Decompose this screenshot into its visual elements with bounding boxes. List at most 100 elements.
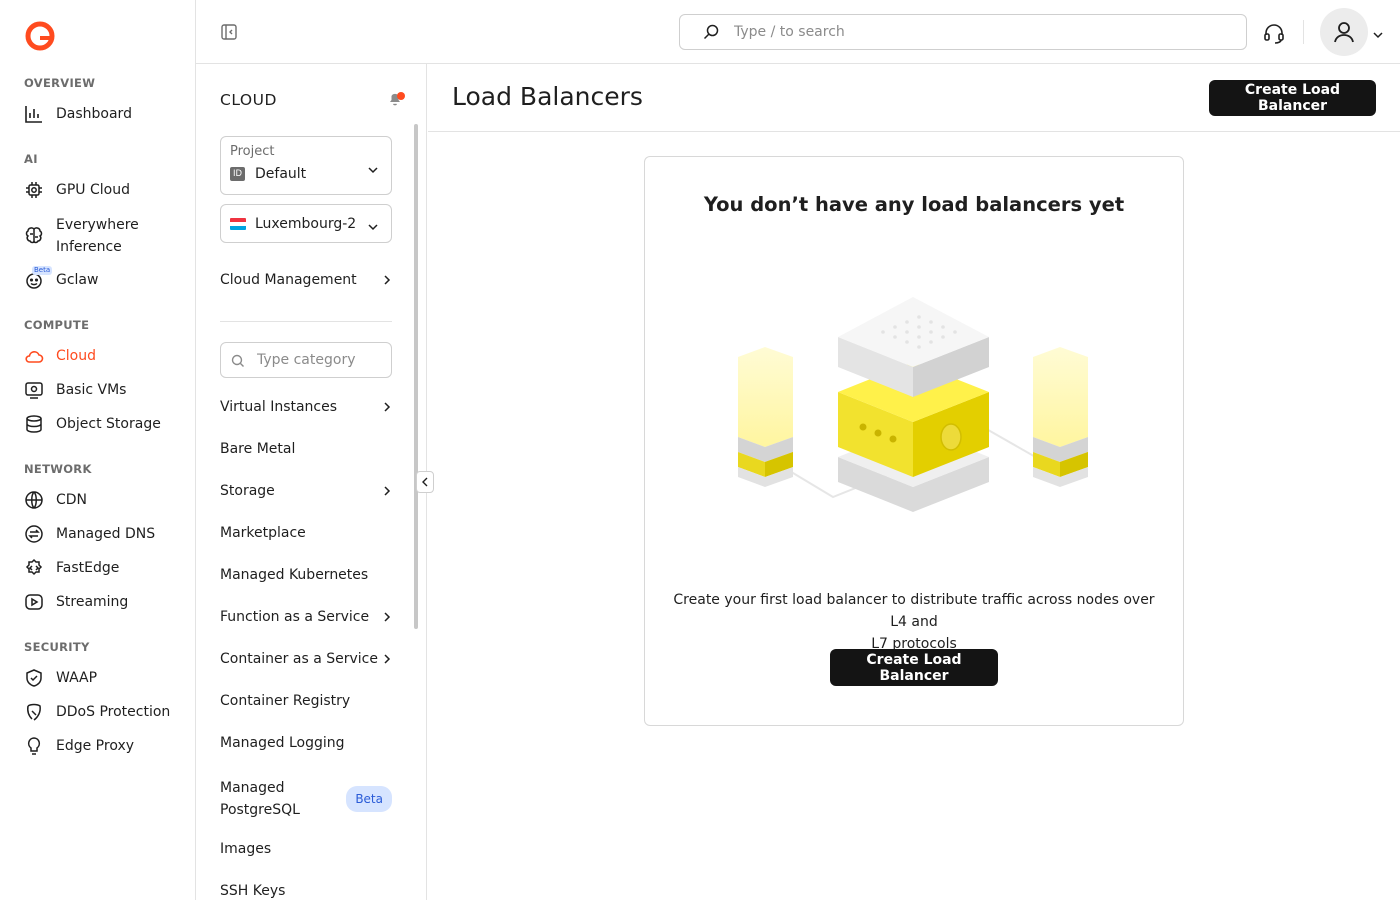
- cloud-sidebar-title: CLOUD: [220, 91, 277, 109]
- code-badge-icon: [24, 558, 44, 578]
- menu-function-as-a-service[interactable]: Function as a Service: [220, 609, 392, 625]
- nav-gpu-cloud[interactable]: GPU Cloud: [24, 180, 189, 200]
- menu-label: PostgreSQL: [220, 802, 300, 818]
- nav-waap-label: WAAP: [56, 670, 98, 686]
- nav-managed-dns-label: Managed DNS: [56, 526, 156, 542]
- shield-check-icon: [24, 668, 44, 688]
- sidebar-divider: [220, 321, 392, 322]
- section-compute: COMPUTE: [24, 318, 90, 332]
- menu-managed-logging[interactable]: Managed Logging: [220, 735, 392, 751]
- nav-basic-vms[interactable]: Basic VMs: [24, 380, 189, 400]
- nav-managed-dns[interactable]: Managed DNS: [24, 524, 189, 544]
- chevron-right-icon: [382, 401, 392, 413]
- nav-waap[interactable]: WAAP: [24, 668, 189, 688]
- nav-edge-proxy[interactable]: Edge Proxy: [24, 736, 189, 756]
- bell-icon[interactable]: [386, 88, 406, 108]
- category-search-input[interactable]: [257, 352, 377, 368]
- nav-ddos-label: DDoS Protection: [56, 704, 171, 720]
- category-search[interactable]: [220, 342, 392, 378]
- search-icon: [702, 23, 720, 41]
- menu-storage[interactable]: Storage: [220, 483, 392, 499]
- top-bar: [196, 0, 1400, 64]
- page-title: Load Balancers: [452, 82, 643, 111]
- page-header: Load Balancers Create Load Balancer: [428, 64, 1400, 132]
- monitor-icon: [24, 380, 44, 400]
- menu-managed-kubernetes[interactable]: Managed Kubernetes: [220, 567, 392, 583]
- chevron-down-icon: [367, 218, 379, 231]
- chevron-right-icon: [382, 274, 392, 286]
- menu-label: Container as a Service: [220, 651, 378, 667]
- collapse-sidebar-handle[interactable]: [416, 471, 434, 493]
- headset-icon[interactable]: [1262, 21, 1286, 45]
- project-label: Project: [230, 144, 275, 159]
- nav-cloud-label: Cloud: [56, 348, 96, 364]
- chip-icon: [24, 180, 44, 200]
- nav-ddos-protection[interactable]: DDoS Protection: [24, 702, 189, 722]
- nav-basic-vms-label: Basic VMs: [56, 382, 127, 398]
- menu-container-as-a-service[interactable]: Container as a Service: [220, 651, 392, 667]
- menu-label: Managed: [220, 780, 285, 796]
- menu-marketplace[interactable]: Marketplace: [220, 525, 392, 541]
- empty-create-load-balancer-button[interactable]: Create Load Balancer: [830, 649, 998, 686]
- nav-object-storage-label: Object Storage: [56, 416, 161, 432]
- sidebar-scrollbar[interactable]: [413, 116, 419, 900]
- menu-label: Marketplace: [220, 525, 306, 541]
- nav-streaming-label: Streaming: [56, 594, 129, 610]
- create-load-balancer-button[interactable]: Create Load Balancer: [1209, 80, 1376, 116]
- menu-virtual-instances[interactable]: Virtual Instances: [220, 399, 392, 415]
- cloud-icon: [24, 346, 44, 366]
- chevron-down-icon: [367, 161, 379, 174]
- play-icon: [24, 592, 44, 612]
- menu-container-registry[interactable]: Container Registry: [220, 693, 392, 709]
- global-search[interactable]: [679, 14, 1247, 50]
- menu-images[interactable]: Images: [220, 841, 392, 857]
- menu-managed-postgresql[interactable]: Managed PostgreSQL Beta: [220, 777, 392, 821]
- nav-dashboard-label: Dashboard: [56, 106, 132, 122]
- section-security: SECURITY: [24, 640, 90, 654]
- beta-badge: Beta: [346, 786, 392, 812]
- ddos-shield-icon: [24, 702, 44, 722]
- chevron-right-icon: [382, 485, 392, 497]
- region-value: Luxembourg-2: [255, 215, 357, 232]
- bulb-icon: [24, 736, 44, 756]
- nav-dashboard[interactable]: Dashboard: [24, 104, 189, 124]
- gcore-logo[interactable]: [24, 20, 56, 52]
- nav-cloud[interactable]: Cloud: [24, 346, 189, 366]
- chevron-left-icon: [422, 477, 428, 487]
- menu-label: Container Registry: [220, 693, 351, 709]
- luxembourg-flag-icon: [230, 217, 246, 230]
- dns-arrows-icon: [24, 524, 44, 544]
- menu-ssh-keys[interactable]: SSH Keys: [220, 883, 392, 899]
- project-value: Default: [255, 166, 307, 182]
- nav-fastedge[interactable]: FastEdge: [24, 558, 189, 578]
- menu-bare-metal[interactable]: Bare Metal: [220, 441, 392, 457]
- robot-face-icon: Beta: [24, 266, 53, 290]
- menu-label: Function as a Service: [220, 609, 370, 625]
- section-network: NETWORK: [24, 462, 92, 476]
- nav-everywhere-inference[interactable]: Everywhere Inference: [24, 214, 189, 258]
- region-select[interactable]: Luxembourg-2: [220, 204, 392, 243]
- nav-streaming[interactable]: Streaming: [24, 592, 189, 612]
- chevron-down-icon[interactable]: [1372, 26, 1384, 39]
- project-select[interactable]: Project ID Default: [220, 136, 392, 195]
- global-search-input[interactable]: [734, 24, 1214, 40]
- brain-icon: [24, 226, 44, 246]
- cloud-management-label: Cloud Management: [220, 272, 357, 288]
- chevron-right-icon: [382, 611, 392, 623]
- menu-label: Virtual Instances: [220, 399, 338, 415]
- user-avatar[interactable]: [1320, 8, 1368, 56]
- nav-gclaw[interactable]: Beta Gclaw: [24, 266, 189, 290]
- sidebar-collapse-icon[interactable]: [220, 23, 238, 41]
- project-id-badge: ID: [230, 167, 245, 181]
- menu-label: Storage: [220, 483, 275, 499]
- empty-state-title: You don’t have any load balancers yet: [703, 193, 1125, 216]
- nav-cdn[interactable]: CDN: [24, 490, 189, 510]
- nav-everywhere-label-1: Everywhere: [56, 217, 139, 233]
- nav-fastedge-label: FastEdge: [56, 560, 120, 576]
- cloud-sidebar: CLOUD Project ID Default Luxembourg-2 Cl…: [196, 64, 427, 900]
- cloud-management-link[interactable]: Cloud Management: [220, 272, 392, 288]
- topbar-divider: [1303, 20, 1304, 44]
- menu-label: Images: [220, 841, 272, 857]
- sidebar-scrollbar-thumb[interactable]: [414, 124, 418, 629]
- nav-object-storage[interactable]: Object Storage: [24, 414, 189, 434]
